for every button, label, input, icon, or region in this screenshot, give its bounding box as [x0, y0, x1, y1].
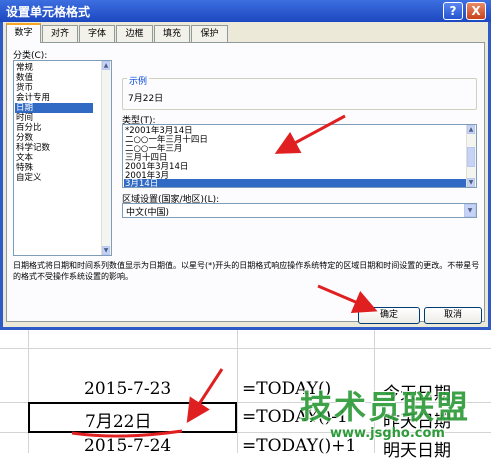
- annotation-arrow: [186, 368, 224, 424]
- tab-number[interactable]: 数字: [6, 23, 41, 43]
- annotation-arrow: [274, 114, 346, 154]
- annotation-overlay: [71, 114, 378, 438]
- annotation-arrow: [317, 284, 378, 313]
- annotation-underline: [71, 429, 183, 438]
